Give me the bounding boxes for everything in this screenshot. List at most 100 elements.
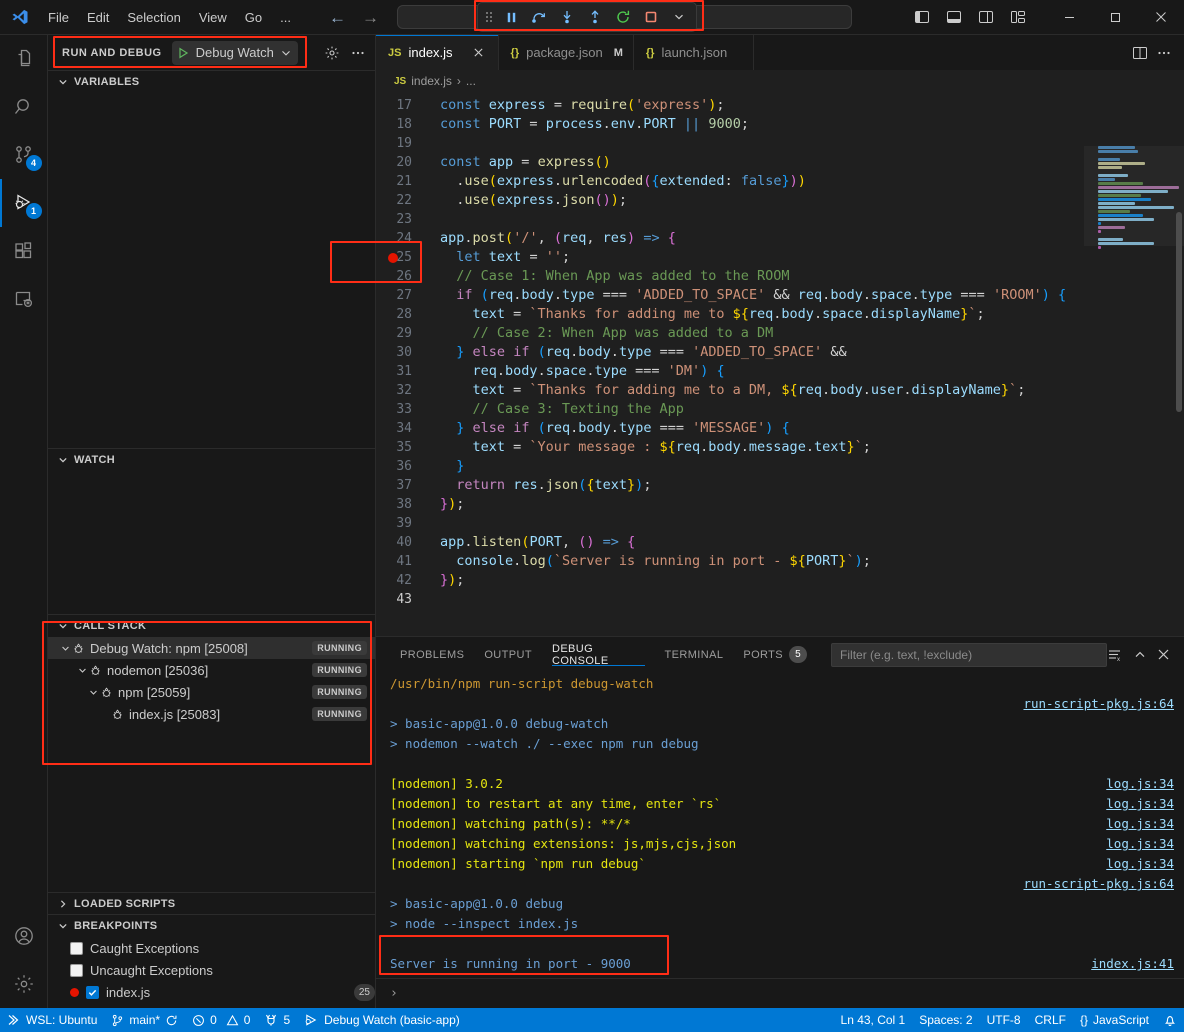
- code-line-content[interactable]: // Case 3: Texting the App: [434, 400, 1084, 419]
- debug-restart-button[interactable]: [610, 5, 636, 29]
- clear-console-icon[interactable]: x: [1107, 647, 1123, 663]
- code-line-content[interactable]: // Case 1: When App was added to the ROO…: [434, 267, 1084, 286]
- forward-arrow-icon[interactable]: →: [362, 9, 379, 26]
- tab-output[interactable]: OUTPUT: [474, 637, 542, 672]
- line-number[interactable]: 35: [376, 438, 434, 457]
- line-number[interactable]: 37: [376, 476, 434, 495]
- line-number[interactable]: 18: [376, 115, 434, 134]
- activity-item-extensions[interactable]: [0, 227, 48, 275]
- line-number[interactable]: 29: [376, 324, 434, 343]
- debug-console-output[interactable]: /usr/bin/npm run-script debug-watchrun-s…: [376, 672, 1184, 978]
- debug-toolbar-drag-handle-icon[interactable]: [482, 9, 496, 25]
- line-number[interactable]: 41: [376, 552, 434, 571]
- line-number[interactable]: 32: [376, 381, 434, 400]
- code-line[interactable]: 22 .use(express.json());: [376, 191, 1084, 210]
- checkbox[interactable]: [70, 942, 83, 955]
- code-line[interactable]: 41 console.log(`Server is running in por…: [376, 552, 1084, 571]
- debug-step-out-button[interactable]: [582, 5, 608, 29]
- sidebar-more-actions-icon[interactable]: [347, 42, 369, 64]
- line-number[interactable]: 40: [376, 533, 434, 552]
- code-line[interactable]: 17const express = require('express');: [376, 96, 1084, 115]
- code-line-content[interactable]: .use(express.urlencoded({extended: false…: [434, 172, 1084, 191]
- code-scroll-area[interactable]: 17const express = require('express');18c…: [376, 92, 1084, 636]
- code-line[interactable]: 43: [376, 590, 1084, 609]
- breakpoint-row-uncaught-exceptions[interactable]: Uncaught Exceptions: [48, 959, 375, 981]
- status-ports[interactable]: 5: [257, 1008, 297, 1032]
- watch-pane-header[interactable]: WATCH: [48, 449, 375, 471]
- code-line-content[interactable]: console.log(`Server is running in port -…: [434, 552, 1084, 571]
- line-number[interactable]: 27: [376, 286, 434, 305]
- console-source-link[interactable]: log.js:34: [1106, 834, 1174, 854]
- console-source-link[interactable]: log.js:34: [1106, 794, 1174, 814]
- line-number[interactable]: 25: [376, 248, 434, 267]
- line-number[interactable]: 43: [376, 590, 434, 609]
- console-source-link[interactable]: log.js:34: [1106, 774, 1174, 794]
- tab-launch-json[interactable]: {} launch.json: [634, 35, 754, 70]
- code-line[interactable]: 37 return res.json({text});: [376, 476, 1084, 495]
- call-stack-row[interactable]: Debug Watch: npm [25008] RUNNING: [48, 637, 375, 659]
- line-number[interactable]: 30: [376, 343, 434, 362]
- variables-pane-header[interactable]: VARIABLES: [48, 71, 375, 93]
- chevron-down-icon[interactable]: [75, 665, 89, 676]
- activity-item-source-control[interactable]: 4: [0, 131, 48, 179]
- code-line[interactable]: 28 text = `Thanks for adding me to ${req…: [376, 305, 1084, 324]
- menu-more[interactable]: ...: [272, 7, 299, 28]
- code-line[interactable]: 26 // Case 1: When App was added to the …: [376, 267, 1084, 286]
- close-panel-icon[interactable]: [1157, 648, 1170, 661]
- tab-problems[interactable]: PROBLEMS: [390, 637, 474, 672]
- breakpoint-dot-icon[interactable]: [388, 253, 398, 263]
- split-editor-icon[interactable]: [1132, 45, 1148, 61]
- status-remote[interactable]: WSL: Ubuntu: [0, 1008, 104, 1032]
- line-number[interactable]: 26: [376, 267, 434, 286]
- line-number[interactable]: 39: [376, 514, 434, 533]
- start-debugging-icon[interactable]: [176, 46, 190, 60]
- code-line-content[interactable]: text = `Your message : ${req.body.messag…: [434, 438, 1084, 457]
- toggle-secondary-sidebar-icon[interactable]: [974, 5, 998, 29]
- code-line[interactable]: 18const PORT = process.env.PORT || 9000;: [376, 115, 1084, 134]
- code-line-content[interactable]: const PORT = process.env.PORT || 9000;: [434, 115, 1084, 134]
- code-line-content[interactable]: text = `Thanks for adding me to a DM, ${…: [434, 381, 1084, 400]
- debug-stop-button[interactable]: [638, 5, 664, 29]
- breadcrumb-rest[interactable]: ...: [466, 74, 476, 88]
- line-number[interactable]: 33: [376, 400, 434, 419]
- line-number[interactable]: 22: [376, 191, 434, 210]
- code-line[interactable]: 19: [376, 134, 1084, 153]
- code-line-content[interactable]: req.body.space.type === 'DM') {: [434, 362, 1084, 381]
- line-number[interactable]: 34: [376, 419, 434, 438]
- maximize-panel-icon[interactable]: [1133, 648, 1147, 662]
- activity-item-remote-explorer[interactable]: [0, 275, 48, 323]
- line-number[interactable]: 28: [376, 305, 434, 324]
- debug-pause-button[interactable]: [498, 5, 524, 29]
- debug-console-input[interactable]: ›: [376, 978, 1184, 1008]
- status-indentation[interactable]: Spaces: 2: [912, 1008, 979, 1032]
- console-source-link[interactable]: log.js:34: [1106, 854, 1174, 874]
- code-line[interactable]: 31 req.body.space.type === 'DM') {: [376, 362, 1084, 381]
- menu-file[interactable]: File: [40, 7, 77, 28]
- code-line-content[interactable]: app.post('/', (req, res) => {: [434, 229, 1084, 248]
- code-line-content[interactable]: text = `Thanks for adding me to ${req.bo…: [434, 305, 1084, 324]
- code-line[interactable]: 25 let text = '';: [376, 248, 1084, 267]
- code-line[interactable]: 39: [376, 514, 1084, 533]
- activity-item-search[interactable]: [0, 83, 48, 131]
- line-number[interactable]: 21: [376, 172, 434, 191]
- breakpoint-row-caught-exceptions[interactable]: Caught Exceptions: [48, 937, 375, 959]
- tab-package-json[interactable]: {} package.json M: [499, 35, 634, 70]
- code-line[interactable]: 24app.post('/', (req, res) => {: [376, 229, 1084, 248]
- tab-debug-console[interactable]: DEBUG CONSOLE: [542, 637, 655, 672]
- code-line-content[interactable]: });: [434, 571, 1084, 590]
- status-eol[interactable]: CRLF: [1028, 1008, 1073, 1032]
- code-lines[interactable]: 17const express = require('express');18c…: [376, 92, 1084, 609]
- tab-index-js[interactable]: JS index.js: [376, 35, 499, 70]
- code-line[interactable]: 40app.listen(PORT, () => {: [376, 533, 1084, 552]
- debug-toolbar[interactable]: [477, 2, 697, 32]
- call-stack-row[interactable]: index.js [25083] RUNNING: [48, 703, 375, 725]
- code-line[interactable]: 27 if (req.body.type === 'ADDED_TO_SPACE…: [376, 286, 1084, 305]
- line-number[interactable]: 17: [376, 96, 434, 115]
- editor-more-actions-icon[interactable]: [1156, 45, 1172, 61]
- line-number[interactable]: 36: [376, 457, 434, 476]
- toggle-primary-sidebar-icon[interactable]: [910, 5, 934, 29]
- launch-config-dropdown[interactable]: Debug Watch: [172, 41, 298, 65]
- line-number[interactable]: 38: [376, 495, 434, 514]
- close-icon[interactable]: [470, 44, 488, 62]
- code-line-content[interactable]: return res.json({text});: [434, 476, 1084, 495]
